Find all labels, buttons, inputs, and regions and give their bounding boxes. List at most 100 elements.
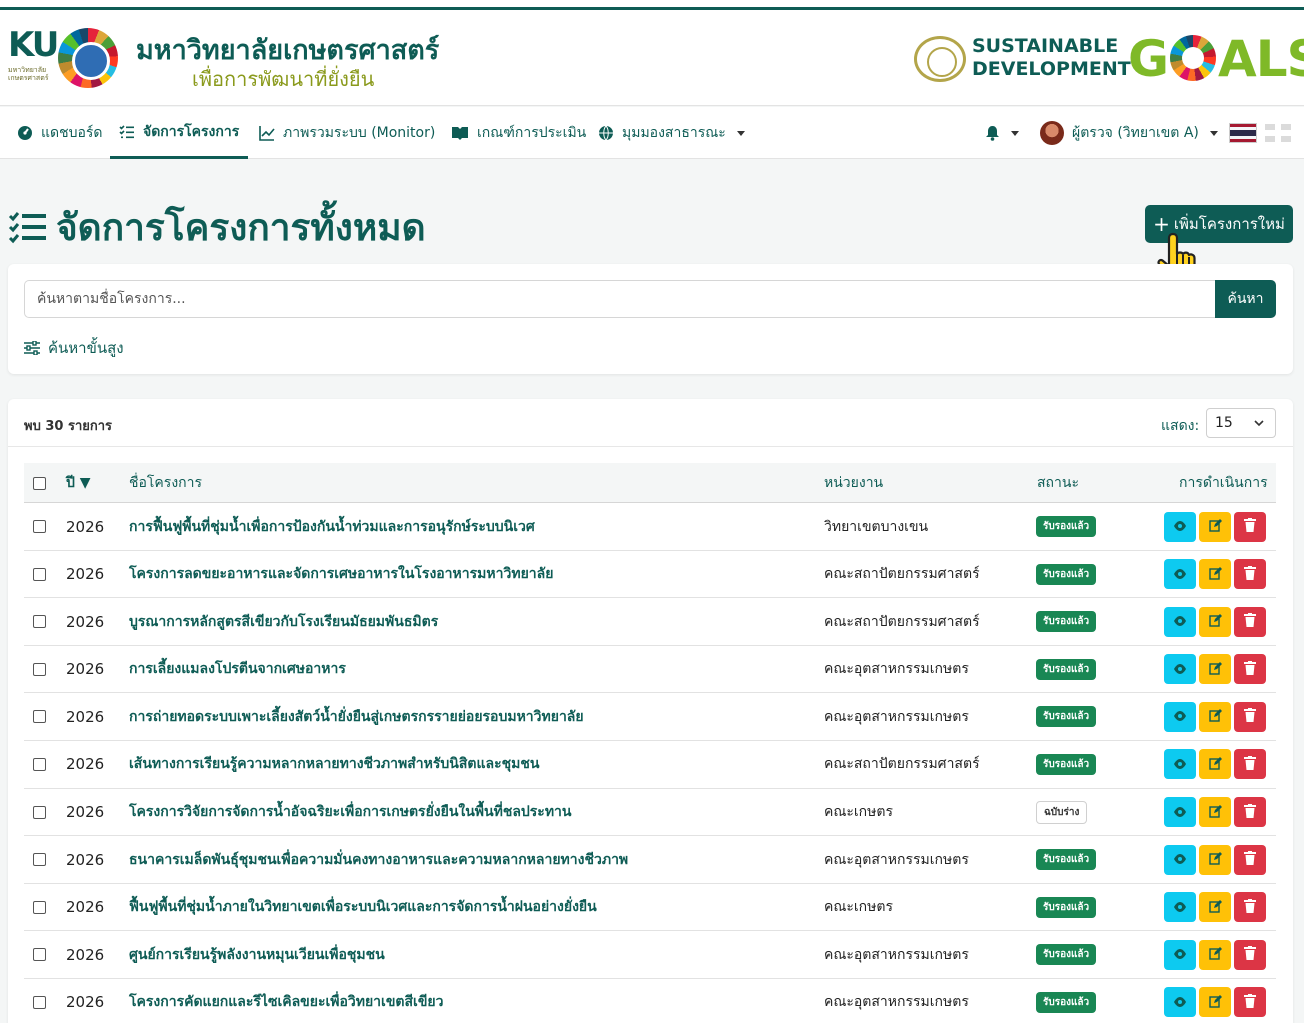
goals-letters: ALS: [1218, 30, 1304, 88]
thai-flag-icon[interactable]: [1229, 123, 1257, 143]
table-row: 2026 การถ่ายทอดระบบเพาะเลี้ยงสัตว์น้ำยั่ง…: [24, 693, 1276, 741]
view-button[interactable]: [1164, 797, 1196, 828]
delete-button[interactable]: [1234, 654, 1266, 685]
project-name-link[interactable]: ฟื้นฟูพื้นที่ชุ่มน้ำภายในวิทยาเขตเพื่อระ…: [129, 884, 597, 931]
edit-button[interactable]: [1199, 797, 1231, 828]
trash-icon: [1244, 898, 1256, 917]
edit-icon: [1208, 993, 1222, 1012]
search-input[interactable]: [24, 280, 1215, 318]
row-actions: [1164, 741, 1266, 788]
project-name-link[interactable]: โครงการวิจัยการจัดการน้ำอัจฉริยะเพื่อการ…: [129, 789, 572, 836]
user-menu[interactable]: ผู้ตรวจ (วิทยาเขต A): [1040, 107, 1218, 159]
project-name-link[interactable]: เส้นทางการเรียนรู้ความหลากหลายทางชีวภาพส…: [129, 741, 539, 788]
row-unit: คณะอุตสาหกรรมเกษตร: [824, 708, 969, 725]
edit-button[interactable]: [1199, 892, 1231, 923]
project-name-link[interactable]: บูรณาการหลักสูตรสีเขียวกับโรงเรียนมัธยมพ…: [129, 598, 438, 645]
search-card: ค้นหา ค้นหาขั้นสูง: [8, 264, 1293, 374]
status-badge: รับรองแล้ว: [1036, 658, 1097, 680]
row-checkbox[interactable]: [33, 757, 46, 771]
delete-button[interactable]: [1234, 511, 1266, 542]
delete-button[interactable]: [1234, 939, 1266, 970]
view-button[interactable]: [1164, 892, 1196, 923]
eye-icon: [1173, 993, 1187, 1012]
row-status-cell: รับรองแล้ว: [1036, 741, 1097, 788]
row-checkbox[interactable]: [33, 567, 46, 581]
edit-button[interactable]: [1199, 511, 1231, 542]
delete-button[interactable]: [1234, 797, 1266, 828]
view-button[interactable]: [1164, 606, 1196, 637]
select-all-checkbox[interactable]: [33, 476, 46, 490]
delete-button[interactable]: [1234, 844, 1266, 875]
edit-button[interactable]: [1199, 939, 1231, 970]
row-checkbox[interactable]: [33, 948, 46, 962]
view-button[interactable]: [1164, 987, 1196, 1018]
status-badge: รับรองแล้ว: [1036, 563, 1097, 585]
row-actions: [1164, 789, 1266, 836]
delete-button[interactable]: [1234, 701, 1266, 732]
nav-criteria[interactable]: เกณฑ์การประเมิน: [451, 107, 586, 159]
row-checkbox-cell: [33, 931, 46, 978]
nav-manage-projects[interactable]: จัดการโครงการ: [110, 107, 249, 159]
row-checkbox[interactable]: [33, 995, 46, 1009]
advanced-search-toggle[interactable]: ค้นหาขั้นสูง: [24, 336, 124, 360]
view-button[interactable]: [1164, 654, 1196, 685]
row-checkbox[interactable]: [33, 710, 46, 724]
row-year: 2026: [66, 707, 105, 726]
view-button[interactable]: [1164, 939, 1196, 970]
edit-icon: [1208, 612, 1222, 631]
row-checkbox[interactable]: [33, 662, 46, 676]
notifications-dropdown[interactable]: [985, 107, 1019, 159]
view-button[interactable]: [1164, 749, 1196, 780]
eye-icon: [1173, 517, 1187, 536]
project-name-link[interactable]: ธนาคารเมล็ดพันธุ์ชุมชนเพื่อความมั่นคงทาง…: [129, 836, 628, 883]
nav-public-view[interactable]: มุมมองสาธารณะ: [598, 107, 745, 159]
page-size-select[interactable]: 15: [1206, 408, 1276, 438]
delete-button[interactable]: [1234, 987, 1266, 1018]
view-button[interactable]: [1164, 511, 1196, 542]
edit-button[interactable]: [1199, 559, 1231, 590]
row-checkbox[interactable]: [33, 520, 46, 533]
nav-monitor[interactable]: ภาพรวมระบบ (Monitor): [259, 107, 435, 159]
year-column-header[interactable]: ปี ▼: [66, 463, 91, 503]
project-name-link[interactable]: การเลี้ยงแมลงโปรตีนจากเศษอาหาร: [129, 646, 346, 693]
edit-icon: [1208, 660, 1222, 679]
row-checkbox[interactable]: [33, 805, 46, 819]
search-button[interactable]: ค้นหา: [1215, 280, 1276, 318]
row-checkbox[interactable]: [33, 615, 46, 629]
delete-button[interactable]: [1234, 749, 1266, 780]
delete-button[interactable]: [1234, 892, 1266, 923]
project-name-link[interactable]: การถ่ายทอดระบบเพาะเลี้ยงสัตว์น้ำยั่งยืนส…: [129, 693, 584, 740]
edit-button[interactable]: [1199, 701, 1231, 732]
edit-button[interactable]: [1199, 987, 1231, 1018]
uk-flag-icon[interactable]: [1265, 124, 1291, 142]
row-checkbox[interactable]: [33, 900, 46, 914]
goals-letter-g: G: [1128, 30, 1169, 88]
edit-button[interactable]: [1199, 606, 1231, 637]
project-name-link[interactable]: โครงการคัดแยกและรีไซเคิลขยะเพื่อวิทยาเขต…: [129, 979, 443, 1023]
edit-button[interactable]: [1199, 654, 1231, 685]
project-name-link[interactable]: ศูนย์การเรียนรู้พลังงานหมุนเวียนเพื่อชุม…: [129, 931, 385, 978]
view-button[interactable]: [1164, 701, 1196, 732]
row-year: 2026: [66, 803, 105, 822]
delete-button[interactable]: [1234, 559, 1266, 590]
name-column-header: ชื่อโครงการ: [129, 475, 203, 491]
nav-dashboard[interactable]: แดชบอร์ด: [17, 107, 103, 159]
row-checkbox[interactable]: [33, 853, 46, 867]
table-header: ปี ▼ ชื่อโครงการ หน่วยงาน สถานะ การดำเนิ…: [24, 463, 1276, 503]
edit-button[interactable]: [1199, 749, 1231, 780]
view-button[interactable]: [1164, 559, 1196, 590]
delete-button[interactable]: [1234, 606, 1266, 637]
page-size-value: 15: [1215, 415, 1233, 431]
nav-dashboard-label: แดชบอร์ด: [41, 125, 103, 141]
project-name-link[interactable]: การฟื้นฟูพื้นที่ชุ่มน้ำเพื่อการป้องกันน้…: [129, 503, 535, 550]
row-unit: วิทยาเขตบางเขน: [824, 518, 929, 535]
edit-button[interactable]: [1199, 844, 1231, 875]
ku-logo[interactable]: KU มหาวิทยาลัยเกษตรศาสตร์: [8, 28, 59, 88]
edit-icon: [1208, 517, 1222, 536]
eye-icon: [1173, 707, 1187, 726]
project-name-link[interactable]: โครงการลดขยะอาหารและจัดการเศษอาหารในโรงอ…: [129, 551, 553, 598]
dashboard-gauge-icon: [18, 126, 32, 140]
row-status-cell: รับรองแล้ว: [1036, 598, 1097, 645]
sdg-title-line2: DEVELOPMENT: [972, 58, 1131, 80]
view-button[interactable]: [1164, 844, 1196, 875]
